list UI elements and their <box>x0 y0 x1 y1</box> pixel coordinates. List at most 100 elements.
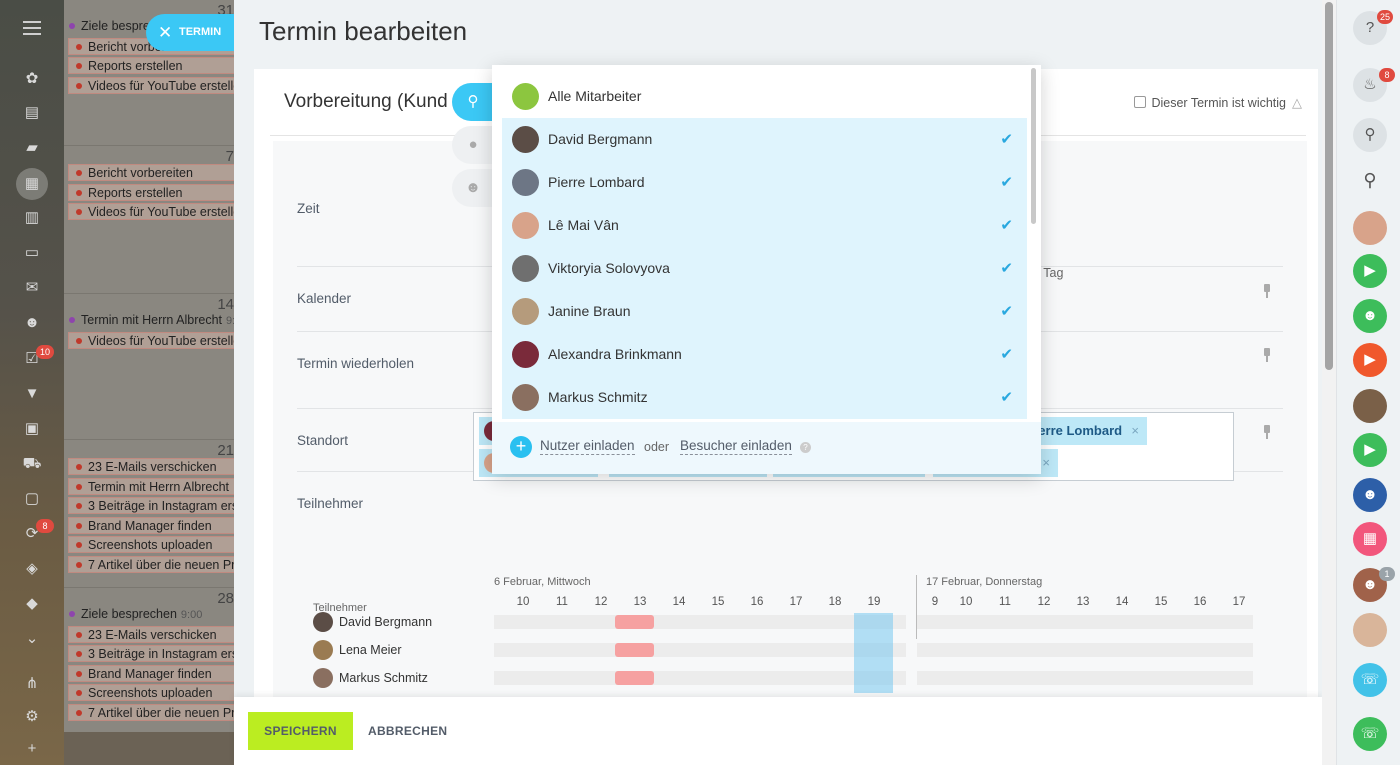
calendar-event[interactable]: Screenshots uploaden <box>68 684 234 702</box>
calendar-event[interactable]: 7 Artikel über die neuen Produkte <box>68 556 234 573</box>
remove-icon[interactable]: × <box>1131 417 1139 445</box>
calendar-day[interactable]: 14Termin mit Herrn Albrecht9:00 Videos fü… <box>64 294 234 440</box>
help-icon[interactable]: ? <box>800 442 811 453</box>
open-lines-button[interactable]: ☏ <box>1353 663 1387 697</box>
calendar-event[interactable]: Brand Manager finden <box>68 516 234 534</box>
video-conference-button[interactable]: ▶ <box>1353 343 1387 377</box>
calendar-event[interactable]: Termin mit Herrn Albrecht9:00 <box>68 312 234 329</box>
calendar-event[interactable]: Screenshots uploaden <box>68 536 234 554</box>
sites-icon[interactable]: ▣ <box>22 420 42 438</box>
event-dot <box>76 503 82 510</box>
sitemap-icon[interactable]: ⋔ <box>22 675 42 693</box>
page-scrollbar[interactable] <box>1322 0 1336 765</box>
user-option[interactable]: Viktoryia Solovyova ✔ <box>502 247 1027 290</box>
important-toggle[interactable]: Dieser Termin ist wichtig △ <box>1134 95 1302 111</box>
phone-button[interactable]: ☏ <box>1353 717 1387 751</box>
select-all-label: Alle Mitarbeiter <box>548 88 642 104</box>
event-title: Bericht vorbereiten <box>88 166 193 180</box>
calendar-event[interactable]: Ziele besprechen 9:00 <box>68 606 234 623</box>
close-slider-button[interactable]: ✕ TERMIN <box>146 14 234 51</box>
add-icon[interactable]: + <box>22 740 42 758</box>
cancel-button[interactable]: ABBRECHEN <box>368 712 447 750</box>
filter-icon[interactable]: ▼ <box>22 385 42 403</box>
apps-icon[interactable]: ◆ <box>22 595 42 613</box>
user-option[interactable]: David Bergmann ✔ <box>502 118 1027 161</box>
calendar-day[interactable]: 21 23 E-Mails verschicken Termin mit Herrn… <box>64 440 234 588</box>
avatar <box>512 384 539 411</box>
event-dot <box>76 63 82 70</box>
employees-icon[interactable]: ☻ <box>22 314 42 332</box>
marketplace-icon[interactable]: ◈ <box>22 560 42 578</box>
calendar-day[interactable]: 28 Ziele besprechen 9:00 23 E-Mails verschi… <box>64 588 234 732</box>
day-number: 21 <box>217 442 234 459</box>
calendar-event[interactable]: 3 Beiträge in Instagram erstellen <box>68 645 234 663</box>
user-option[interactable]: Lê Mai Vân ✔ <box>502 204 1027 247</box>
calendar-event[interactable]: Videos für YouTube erstellen <box>68 331 234 349</box>
mail-icon[interactable]: ✉ <box>22 279 42 297</box>
selector-scrollbar[interactable] <box>1031 68 1036 224</box>
user-option[interactable]: Pierre Lombard ✔ <box>502 161 1027 204</box>
event-name-field[interactable]: Vorbereitung (Kund <box>284 91 448 113</box>
tasks-icon[interactable]: ▤ <box>22 104 42 122</box>
group-chat-button[interactable]: ☻ <box>1353 299 1387 333</box>
save-button[interactable]: SPEICHERN <box>248 712 353 750</box>
pin-icon[interactable] <box>1263 348 1271 362</box>
activity-stream-icon[interactable]: ✿ <box>22 70 42 88</box>
avatar[interactable] <box>1353 389 1387 423</box>
invite-visitors-link[interactable]: Besucher einladen <box>680 438 792 455</box>
settings-icon[interactable]: ⚙ <box>22 708 42 726</box>
video-call-button[interactable]: ▶ <box>1353 433 1387 467</box>
contact-center-icon[interactable]: ▢ <box>22 490 42 508</box>
event-title: Ziele besprechen <box>81 607 177 621</box>
calendar-event[interactable]: 23 E-Mails verschicken <box>68 625 234 643</box>
avatar[interactable] <box>1353 613 1387 647</box>
calendar-day[interactable]: 7 Bericht vorbereiten Reports erstellen Vid… <box>64 146 234 294</box>
drive-icon[interactable]: ▭ <box>22 244 42 262</box>
tab-employees[interactable]: ☻ <box>452 169 496 207</box>
calendar-event[interactable]: Videos für YouTube erstellen <box>68 203 234 221</box>
calendar-event[interactable]: 3 Beiträge in Instagram erstellen <box>68 497 234 515</box>
calendar-icon[interactable]: ▦ <box>16 168 48 200</box>
event-dot <box>76 631 82 638</box>
menu-icon[interactable] <box>23 21 41 35</box>
event-dot <box>76 542 82 549</box>
user-option[interactable]: Alexandra Brinkmann ✔ <box>502 333 1027 376</box>
calendar-event[interactable]: Bericht vorbereiten <box>68 164 234 181</box>
calendar-chat-button[interactable]: ▦ <box>1353 522 1387 556</box>
shop-icon[interactable]: ⛟ <box>22 455 42 473</box>
add-icon[interactable]: + <box>510 436 532 458</box>
event-title: 23 E-Mails verschicken <box>88 460 217 474</box>
calendar-event[interactable]: Reports erstellen <box>68 57 234 75</box>
tab-search[interactable]: ⚲ <box>452 83 496 121</box>
messenger-button[interactable]: ⚲ <box>1353 118 1387 152</box>
user-name: Alexandra Brinkmann <box>548 346 682 362</box>
documents-icon[interactable]: ▥ <box>22 209 42 227</box>
event-title: 7 Artikel über die neuen Produkte <box>88 558 234 572</box>
user-name: Viktoryia Solovyova <box>548 260 670 276</box>
remove-icon[interactable]: × <box>1042 449 1050 477</box>
more-icon[interactable]: ⌄ <box>22 630 42 648</box>
select-all-employees[interactable]: Alle Mitarbeiter <box>502 75 1027 118</box>
avatar[interactable] <box>1353 211 1387 245</box>
tab-departments[interactable]: ● <box>452 126 496 164</box>
important-checkbox[interactable] <box>1134 96 1147 108</box>
calendar-event[interactable]: Brand Manager finden <box>68 664 234 682</box>
user-option[interactable]: Markus Schmitz ✔ <box>502 376 1027 419</box>
pin-icon[interactable] <box>1263 425 1271 439</box>
search-icon[interactable]: ⚲ <box>1353 163 1387 197</box>
video-call-button[interactable]: ▶ <box>1353 254 1387 288</box>
calendar-event[interactable]: 7 Artikel über die neuen Produkte <box>68 704 234 721</box>
calendar-event[interactable]: Termin mit Herrn Albrecht <box>68 477 234 495</box>
calendar-event[interactable]: Videos für YouTube erstellen <box>68 76 234 94</box>
user-option[interactable]: Janine Braun ✔ <box>502 290 1027 333</box>
calendar-event[interactable]: 23 E-Mails verschicken <box>68 458 234 475</box>
day-number: 7 <box>225 148 234 165</box>
chat-icon[interactable]: ▰ <box>22 139 42 157</box>
event-title: 7 Artikel über die neuen Produkte <box>88 706 234 720</box>
calendar-event[interactable]: Reports erstellen <box>68 183 234 201</box>
event-title: 3 Beiträge in Instagram erstellen <box>88 647 234 662</box>
pin-icon[interactable] <box>1263 284 1271 298</box>
invite-users-link[interactable]: Nutzer einladen <box>540 438 635 455</box>
group-chat-button[interactable]: ☻ <box>1353 478 1387 512</box>
scrollbar-thumb[interactable] <box>1325 2 1333 370</box>
